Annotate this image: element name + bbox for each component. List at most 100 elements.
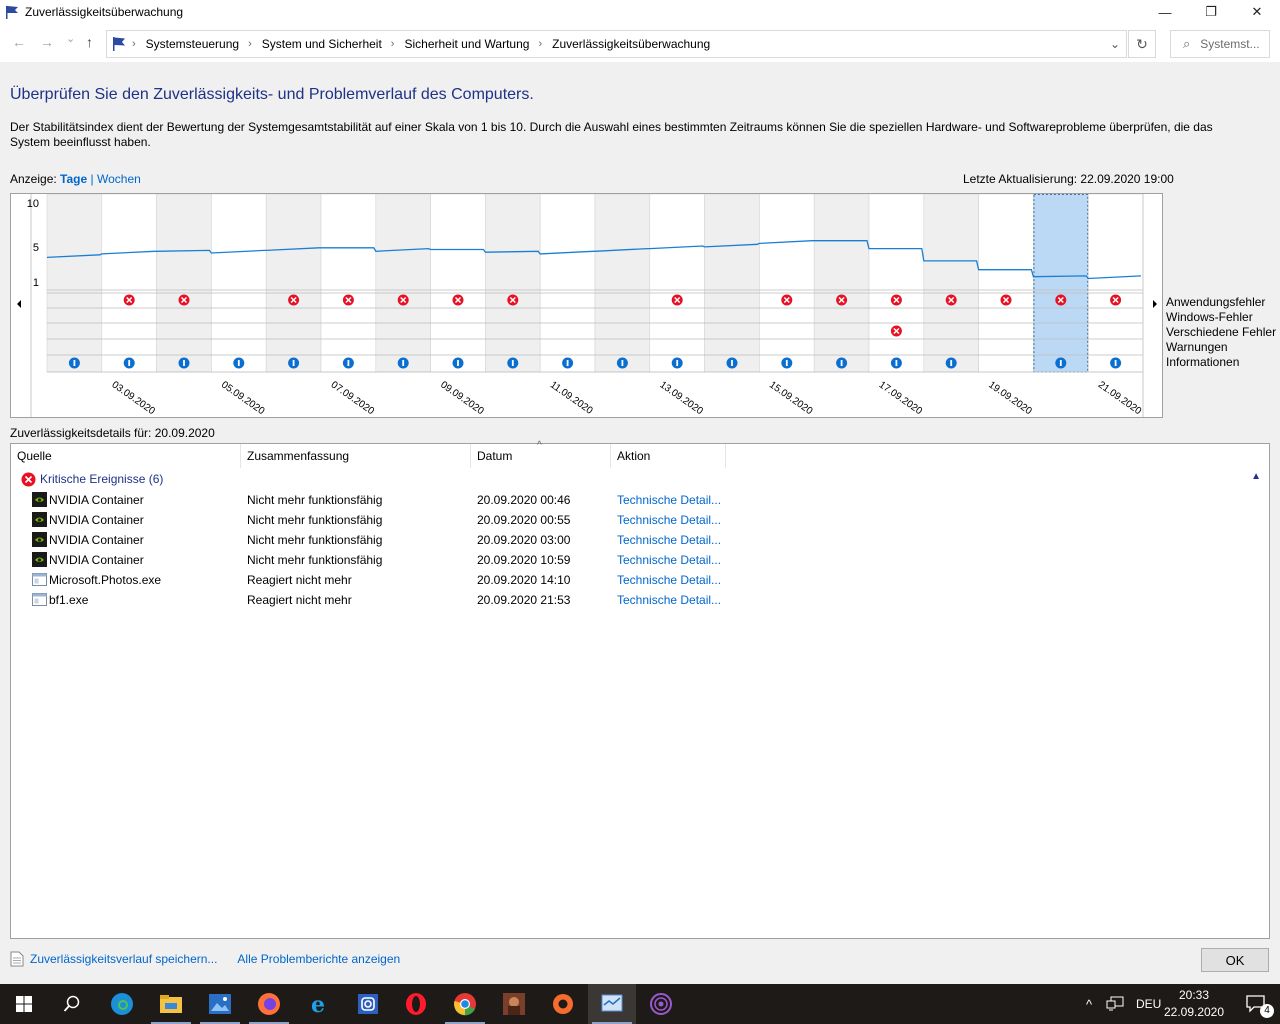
scroll-left-arrow[interactable] (17, 300, 21, 308)
info-icon-bar (676, 360, 679, 366)
info-icon-bar (895, 360, 898, 366)
tor-icon (650, 993, 672, 1015)
x-tick-label: 11.09.2020 (548, 379, 595, 417)
y-tick-label: 10 (27, 198, 39, 210)
info-icon-bar (292, 360, 295, 366)
taskbar-photos[interactable] (196, 984, 244, 1024)
breadcrumb-sicherheit-und-wartung[interactable]: Sicherheit und Wartung (404, 37, 529, 51)
view-selector: Anzeige: Tage | Wochen (10, 172, 141, 186)
date-cell: 20.09.2020 00:46 (477, 493, 571, 507)
search-icon: ⌕ (1183, 36, 1191, 51)
breadcrumb-zuverlaessigkeitsueberwachung[interactable]: Zuverlässigkeitsüberwachung (552, 37, 710, 51)
technical-details-link[interactable]: Technische Detail... (617, 553, 721, 567)
taskbar-instagram[interactable] (344, 984, 392, 1024)
chart-day-column (156, 194, 212, 373)
error-icon (507, 294, 519, 306)
error-icon (21, 472, 36, 486)
taskbar-origin[interactable] (539, 984, 587, 1024)
taskbar-internet-explorer[interactable]: e (294, 984, 342, 1024)
taskbar-file-explorer[interactable] (147, 984, 195, 1024)
search-input[interactable]: ⌕ Systemst... (1170, 30, 1270, 58)
legend-informations: Informationen (1166, 355, 1240, 369)
table-row[interactable]: Microsoft.Photos.exe Reagiert nicht mehr 2… (11, 570, 1269, 590)
up-button[interactable]: ↑ (86, 34, 93, 50)
reliability-chart-svg: 10 5 1 03.09.2020 05.09.2020 07.09.2020 09.09.… (17, 194, 1157, 417)
language-indicator[interactable]: DEU (1136, 997, 1161, 1011)
table-row[interactable]: NVIDIA Container Nicht mehr funktionsfähi… (11, 490, 1269, 510)
taskbar-firefox[interactable] (245, 984, 293, 1024)
legend-windows-errors: Windows-Fehler (1166, 310, 1253, 324)
error-icon (342, 294, 354, 306)
view-weeks-link[interactable]: Wochen (97, 172, 141, 186)
taskbar-search-button[interactable] (48, 984, 96, 1024)
ok-button[interactable]: OK (1201, 948, 1269, 972)
technical-details-link[interactable]: Technische Detail... (617, 493, 721, 507)
column-header-source[interactable]: Quelle (11, 444, 241, 468)
table-row[interactable]: NVIDIA Container Nicht mehr funktionsfähi… (11, 530, 1269, 550)
group-critical-events[interactable]: Kritische Ereignisse (6) ▲ (21, 470, 1261, 488)
info-icon-bar (73, 360, 76, 366)
info-icon-bar (1059, 360, 1062, 366)
reliability-monitor-icon (601, 994, 623, 1012)
taskbar-opera[interactable] (392, 984, 440, 1024)
show-hidden-icons-button[interactable]: ^ (1080, 997, 1098, 1012)
info-icon (288, 357, 300, 369)
refresh-button[interactable]: ↻ (1128, 30, 1156, 58)
technical-details-link[interactable]: Technische Detail... (617, 573, 721, 587)
technical-details-link[interactable]: Technische Detail... (617, 593, 721, 607)
x-tick-label: 17.09.2020 (877, 379, 925, 417)
taskbar-chrome[interactable] (441, 984, 489, 1024)
reliability-chart[interactable]: 10 5 1 03.09.2020 05.09.2020 07.09.2020 09.09.… (10, 193, 1163, 418)
technical-details-link[interactable]: Technische Detail... (617, 533, 721, 547)
sort-ascending-icon: ^ (537, 440, 542, 451)
last-update: Letzte Aktualisierung: 22.09.2020 19:00 (963, 172, 1174, 186)
taskbar-game[interactable] (490, 984, 538, 1024)
forward-button[interactable]: → (40, 34, 54, 50)
chevron-down-icon[interactable]: ⌄ (1110, 37, 1120, 51)
start-button[interactable] (0, 984, 48, 1024)
window-title: Zuverlässigkeitsüberwachung (25, 5, 184, 19)
breadcrumb-systemsteuerung[interactable]: Systemsteuerung (146, 37, 239, 51)
column-header-action[interactable]: Aktion (611, 444, 726, 468)
table-row[interactable]: NVIDIA Container Nicht mehr funktionsfähi… (11, 550, 1269, 570)
view-separator: | (90, 172, 94, 186)
chart-day-column (430, 194, 486, 373)
instagram-icon (358, 994, 378, 1014)
group-label: Kritische Ereignisse (6) (40, 472, 164, 486)
info-icon-bar (840, 360, 843, 366)
table-row[interactable]: NVIDIA Container Nicht mehr funktionsfähi… (11, 510, 1269, 530)
breadcrumb-system-und-sicherheit[interactable]: System und Sicherheit (262, 37, 382, 51)
back-button[interactable]: ← (12, 34, 26, 50)
footer-links: Zuverlässigkeitsverlauf speichern... All… (10, 951, 400, 967)
technical-details-link[interactable]: Technische Detail... (617, 513, 721, 527)
clock[interactable]: 20:33 22.09.2020 (1162, 987, 1226, 1021)
game-icon (503, 993, 525, 1015)
chart-day-column (923, 194, 979, 373)
info-icon (945, 357, 957, 369)
source-cell: NVIDIA Container (49, 513, 144, 527)
table-row[interactable]: bf1.exe Reagiert nicht mehr 20.09.2020 21:… (11, 590, 1269, 610)
clock-time: 20:33 (1178, 988, 1210, 1002)
taskbar-tor[interactable] (637, 984, 685, 1024)
taskbar-edge[interactable] (98, 984, 146, 1024)
save-history-link[interactable]: Zuverlässigkeitsverlauf speichern... (30, 952, 217, 966)
recent-locations-button[interactable]: ⌄ (66, 32, 75, 45)
taskbar-reliability-monitor[interactable] (588, 984, 636, 1024)
all-reports-link[interactable]: Alle Problemberichte anzeigen (237, 952, 400, 966)
summary-cell: Nicht mehr funktionsfähig (247, 553, 383, 567)
notifications-button[interactable]: 4 (1232, 984, 1280, 1024)
info-icon (178, 357, 190, 369)
scroll-right-arrow[interactable] (1153, 300, 1157, 308)
maximize-button[interactable]: ❐ (1188, 0, 1234, 24)
chevron-up-icon[interactable]: ▲ (1251, 471, 1261, 482)
address-bar[interactable]: › Systemsteuerung › System und Sicherhei… (106, 30, 1127, 58)
column-header-summary[interactable]: Zusammenfassung (241, 444, 471, 468)
minimize-button[interactable]: — (1142, 0, 1188, 24)
chart-day-column (46, 194, 103, 373)
info-icon-bar (566, 360, 569, 366)
info-icon (836, 357, 848, 369)
view-days-link[interactable]: Tage (60, 172, 87, 186)
close-button[interactable]: ✕ (1234, 0, 1280, 24)
chart-day-column (1087, 194, 1144, 373)
network-icon[interactable] (1106, 996, 1124, 1012)
